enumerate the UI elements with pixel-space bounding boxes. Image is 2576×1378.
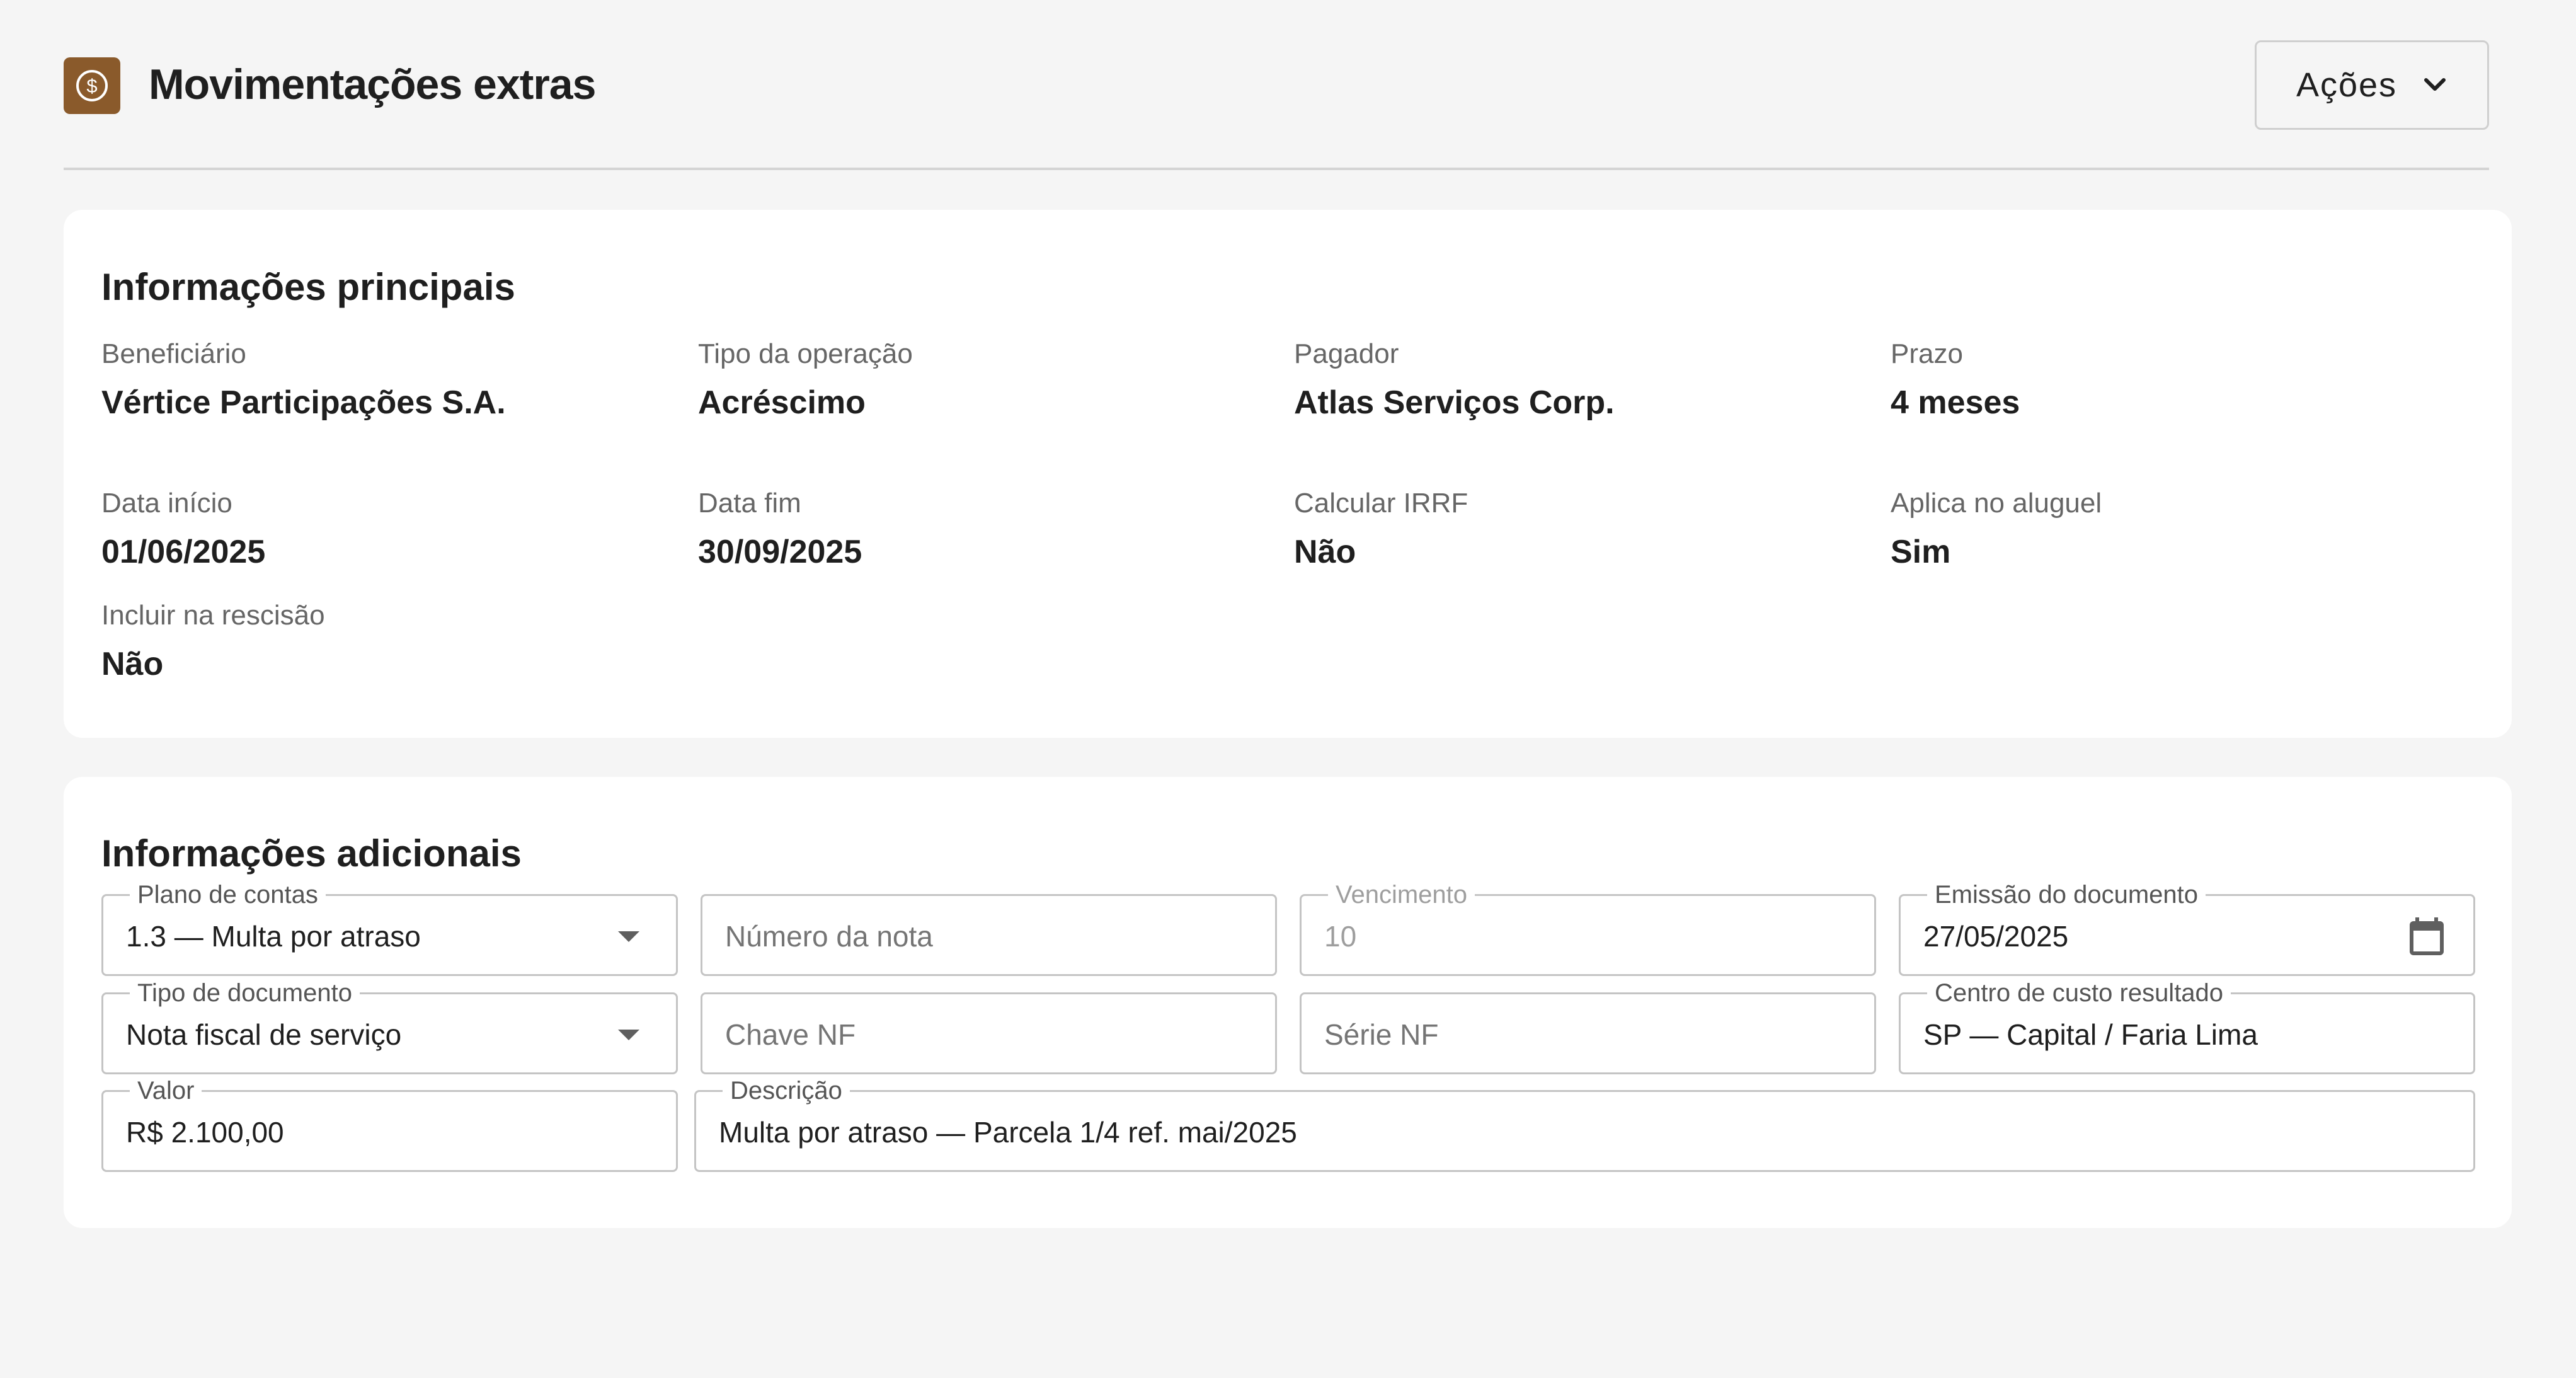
dollar-circle-icon: $ xyxy=(64,57,120,114)
field-value: 1.3 — Multa por atraso xyxy=(126,920,421,953)
serie-nf-input[interactable]: Série NF xyxy=(1300,992,1876,1074)
info-label: Pagador xyxy=(1294,338,1399,369)
info-incluir-rescisao: Incluir na rescisão Não xyxy=(101,599,325,684)
emissao-documento-input[interactable]: Emissão do documento 27/05/2025 xyxy=(1899,880,2475,976)
main-info-card: Informações principais Beneficiário Vért… xyxy=(64,210,2512,738)
field-label: Centro de custo resultado xyxy=(1927,978,2231,1008)
chave-nf-input[interactable]: Chave NF xyxy=(701,992,1277,1074)
numero-nota-input[interactable]: Número da nota xyxy=(701,894,1277,976)
field-value: SP — Capital / Faria Lima xyxy=(1923,1018,2258,1051)
info-label: Data início xyxy=(101,488,232,519)
info-value: 30/09/2025 xyxy=(698,534,862,570)
field-placeholder: Número da nota xyxy=(725,920,933,953)
field-label: Tipo de documento xyxy=(130,978,360,1008)
info-tipo-operacao: Tipo da operação Acréscimo xyxy=(698,338,913,422)
info-data-inicio: Data início 01/06/2025 xyxy=(101,487,265,571)
calendar-icon[interactable] xyxy=(2404,912,2449,960)
info-label: Data fim xyxy=(698,488,801,519)
dropdown-arrow-icon xyxy=(618,1030,639,1040)
info-data-fim: Data fim 30/09/2025 xyxy=(698,487,862,571)
field-label: Plano de contas xyxy=(130,880,326,910)
info-label: Tipo da operação xyxy=(698,338,913,369)
info-calcular-irrf: Calcular IRRF Não xyxy=(1294,487,1468,571)
field-value: Multa por atraso — Parcela 1/4 ref. mai/… xyxy=(719,1116,1297,1149)
valor-input[interactable]: Valor R$ 2.100,00 xyxy=(101,1076,678,1172)
info-beneficiario: Beneficiário Vértice Participações S.A. xyxy=(101,338,506,422)
chevron-down-icon xyxy=(2424,78,2446,91)
page-title: Movimentações extras xyxy=(149,60,596,108)
additional-info-card: Informações adicionais Plano de contas 1… xyxy=(64,777,2512,1228)
descricao-input[interactable]: Descrição Multa por atraso — Parcela 1/4… xyxy=(694,1076,2475,1172)
field-label: Emissão do documento xyxy=(1927,880,2206,910)
info-pagador: Pagador Atlas Serviços Corp. xyxy=(1294,338,1615,422)
info-label: Calcular IRRF xyxy=(1294,488,1468,519)
info-value: Sim xyxy=(1891,534,1951,570)
header-divider xyxy=(64,168,2489,170)
field-placeholder: Chave NF xyxy=(725,1018,856,1051)
plano-contas-select[interactable]: Plano de contas 1.3 — Multa por atraso xyxy=(101,880,678,976)
field-value: 27/05/2025 xyxy=(1923,920,2069,953)
field-placeholder: Série NF xyxy=(1324,1018,1439,1051)
section-title-main: Informações principais xyxy=(101,266,515,308)
vencimento-input[interactable]: Vencimento 10 xyxy=(1300,880,1876,976)
page-header: $ Movimentações extras Ações xyxy=(64,40,2489,130)
field-label: Valor xyxy=(130,1076,202,1106)
info-label: Prazo xyxy=(1891,338,1963,369)
tipo-documento-select[interactable]: Tipo de documento Nota fiscal de serviço xyxy=(101,978,678,1074)
field-label: Vencimento xyxy=(1328,880,1475,910)
info-label: Beneficiário xyxy=(101,338,246,369)
info-value: Vértice Participações S.A. xyxy=(101,384,506,421)
info-prazo: Prazo 4 meses xyxy=(1891,338,2020,422)
info-label: Incluir na rescisão xyxy=(101,600,325,631)
actions-button[interactable]: Ações xyxy=(2255,40,2489,130)
info-value: Acréscimo xyxy=(698,384,866,421)
svg-text:$: $ xyxy=(86,75,97,97)
actions-button-label: Ações xyxy=(2296,66,2398,104)
centro-custo-input[interactable]: Centro de custo resultado SP — Capital /… xyxy=(1899,978,2475,1074)
info-label: Aplica no aluguel xyxy=(1891,488,2102,519)
info-aplica-aluguel: Aplica no aluguel Sim xyxy=(1891,487,2102,571)
field-value: 10 xyxy=(1324,920,1357,953)
info-value: 01/06/2025 xyxy=(101,534,266,570)
info-value: Atlas Serviços Corp. xyxy=(1294,384,1615,421)
info-value: Não xyxy=(101,646,164,682)
info-value: 4 meses xyxy=(1891,384,2020,421)
field-value: R$ 2.100,00 xyxy=(126,1116,284,1149)
field-value: Nota fiscal de serviço xyxy=(126,1018,402,1051)
dropdown-arrow-icon xyxy=(618,931,639,942)
section-title-additional: Informações adicionais xyxy=(101,832,522,875)
info-value: Não xyxy=(1294,534,1356,570)
field-label: Descrição xyxy=(723,1076,850,1106)
